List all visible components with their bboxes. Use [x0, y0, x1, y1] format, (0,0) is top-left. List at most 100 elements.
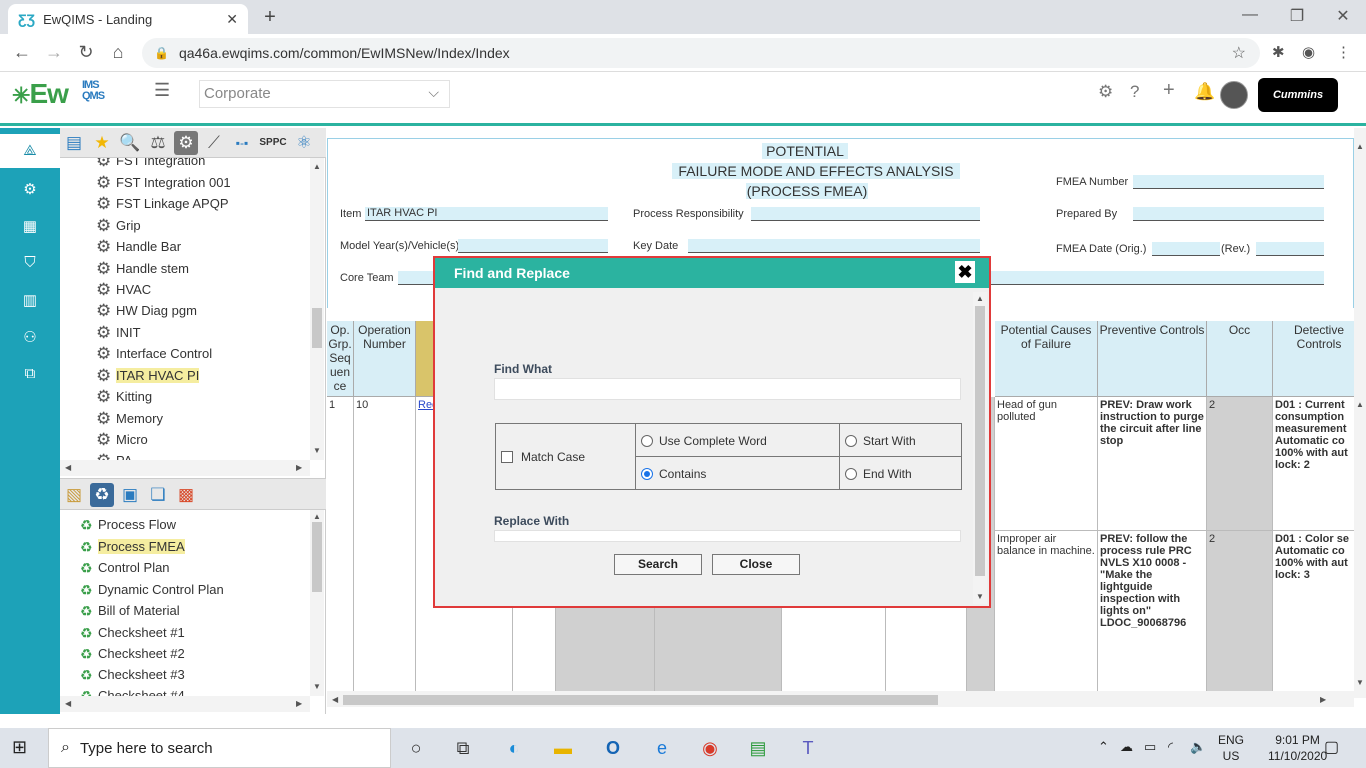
add-icon[interactable]: +: [1163, 79, 1175, 102]
tree-item[interactable]: ⚙ Grip: [96, 215, 141, 236]
minimize-icon[interactable]: —: [1235, 6, 1265, 24]
scroll-right-icon[interactable]: ▶: [1320, 695, 1326, 704]
tray-chevron-icon[interactable]: ⌃: [1098, 739, 1109, 755]
start-with-option[interactable]: Start With: [845, 434, 916, 448]
profile-icon[interactable]: ◉: [1302, 43, 1315, 61]
scroll-up-icon[interactable]: ▲: [313, 162, 321, 171]
scroll-left-icon[interactable]: ◀: [332, 695, 338, 704]
doc-item-selected[interactable]: ♻ Process FMEA: [80, 536, 185, 557]
notifications-icon[interactable]: ▢: [1324, 737, 1339, 757]
wifi-icon[interactable]: ◜: [1168, 739, 1173, 755]
tree-item-selected[interactable]: ⚙ ITAR HVAC PI: [96, 365, 200, 386]
fmea-date-orig-field[interactable]: [1152, 242, 1220, 256]
cell-detective[interactable]: D01 : Color se Automatic co 100% with au…: [1273, 531, 1366, 691]
forward-icon[interactable]: →: [42, 42, 66, 63]
map-tool-icon[interactable]: ▧: [62, 483, 86, 507]
user-avatar[interactable]: [1220, 81, 1248, 109]
tree-item[interactable]: ⚙ INIT: [96, 322, 141, 343]
tree-item[interactable]: ⚙ FST Integration 001: [96, 172, 231, 193]
report-nav-icon[interactable]: ⧉: [0, 365, 60, 382]
tree-item[interactable]: ⚙ Micro: [96, 429, 148, 450]
cell-detective[interactable]: D01 : Current consumption measurement Au…: [1273, 397, 1366, 531]
building-nav-icon[interactable]: ▦: [0, 217, 60, 235]
scroll-thumb[interactable]: [343, 695, 938, 705]
scroll-up-icon[interactable]: ▲: [976, 294, 984, 303]
scroll-right-icon[interactable]: ▶: [296, 699, 302, 708]
find-what-input[interactable]: [494, 378, 961, 400]
doc-item[interactable]: ♻ Checksheet #2: [80, 643, 185, 664]
contains-radio[interactable]: [641, 468, 653, 480]
battery-icon[interactable]: ▭: [1144, 739, 1156, 755]
chart-tool-icon[interactable]: ⟋: [202, 131, 226, 155]
scroll-down-icon[interactable]: ▼: [313, 446, 321, 455]
tree-horizontal-scrollbar[interactable]: ◀ ▶: [60, 460, 310, 476]
tree-item[interactable]: ⚙ HW Diag pgm: [96, 300, 197, 321]
scroll-up-icon[interactable]: ▲: [313, 512, 321, 521]
tree-item[interactable]: ⚙ Handle Bar: [96, 236, 181, 257]
cell-preventive[interactable]: PREV: follow the process rule PRC NVLS X…: [1098, 531, 1207, 691]
file-explorer-icon[interactable]: ▬: [547, 734, 579, 762]
scroll-right-icon[interactable]: ▶: [296, 463, 302, 472]
cell-op[interactable]: 10: [354, 397, 416, 691]
tree-item[interactable]: ⚙ PA: [96, 450, 132, 460]
end-with-radio[interactable]: [845, 468, 857, 480]
refresh-doc-icon[interactable]: ♻: [90, 483, 114, 507]
home-icon[interactable]: ⌂: [106, 42, 130, 63]
teams-icon[interactable]: T: [792, 734, 824, 762]
scroll-thumb[interactable]: [312, 522, 322, 592]
flow-tool-icon[interactable]: ▪-▪: [230, 131, 254, 155]
doc-item[interactable]: ♻ Bill of Material: [80, 600, 180, 621]
match-case-option[interactable]: Match Case: [501, 450, 585, 464]
tree-item[interactable]: ⚙ FST Linkage APQP: [96, 193, 229, 214]
cell-cause[interactable]: Improper air balance in machine.: [995, 531, 1098, 691]
url-bar[interactable]: 🔒 qa46a.ewqims.com/common/EwIMSNew/Index…: [142, 38, 1260, 68]
extensions-icon[interactable]: ✱: [1272, 43, 1285, 61]
network-tool-icon[interactable]: ⚛: [292, 131, 316, 155]
process-responsibility-field[interactable]: [751, 207, 980, 221]
scroll-down-icon[interactable]: ▼: [1356, 678, 1364, 687]
doc-vertical-scrollbar[interactable]: ▲ ▼: [310, 510, 324, 696]
doc-item[interactable]: ♻ Checksheet #3: [80, 664, 185, 685]
dialog-scrollbar[interactable]: ▲ ▼: [973, 292, 987, 604]
checklist-icon[interactable]: ▤: [62, 131, 86, 155]
fmea-number-field[interactable]: [1133, 175, 1324, 189]
scroll-left-icon[interactable]: ◀: [65, 699, 71, 708]
dialog-close-icon[interactable]: ✖: [955, 261, 975, 283]
tab-close-icon[interactable]: ✕: [226, 11, 238, 28]
hamburger-menu-icon[interactable]: ☰: [154, 80, 170, 101]
restore-icon[interactable]: ❐: [1282, 6, 1312, 26]
doc-horizontal-scrollbar[interactable]: ◀ ▶: [60, 696, 310, 712]
people-nav-icon[interactable]: ⚇: [0, 328, 60, 346]
end-with-option[interactable]: End With: [845, 467, 912, 481]
windows-start-icon[interactable]: ⊞: [12, 737, 27, 758]
main-horizontal-scrollbar[interactable]: ◀ ▶: [327, 691, 1354, 707]
tree-item[interactable]: ⚙ Interface Control: [96, 343, 212, 364]
doc-item[interactable]: ♻ Process Flow: [80, 514, 176, 535]
main-vertical-scrollbar[interactable]: ▲ ▲ ▼: [1354, 128, 1366, 698]
cell-occ[interactable]: 2: [1207, 397, 1273, 531]
start-with-radio[interactable]: [845, 435, 857, 447]
cortana-icon[interactable]: ○: [400, 734, 432, 762]
doc-item[interactable]: ♻ Checksheet #1: [80, 622, 185, 643]
tree-item[interactable]: ⚙ Handle stem: [96, 258, 189, 279]
doc-item[interactable]: ♻ Dynamic Control Plan: [80, 579, 224, 600]
scroll-down-icon[interactable]: ▼: [976, 592, 984, 601]
help-icon[interactable]: ?: [1130, 82, 1139, 102]
settings-gear-icon[interactable]: ⚙: [1098, 82, 1113, 102]
system-clock[interactable]: 9:01 PM 11/10/2020: [1268, 732, 1327, 764]
close-button[interactable]: Close: [712, 554, 800, 575]
chrome-icon[interactable]: ◉: [694, 734, 726, 762]
internet-explorer-icon[interactable]: e: [646, 734, 678, 762]
search-tool-icon[interactable]: 🔍: [118, 131, 142, 155]
model-year-field[interactable]: [458, 239, 608, 253]
replace-with-input[interactable]: [494, 530, 961, 542]
gauge-tool-icon[interactable]: ⚖: [146, 131, 170, 155]
key-date-field[interactable]: [688, 239, 980, 253]
scroll-thumb[interactable]: [975, 306, 985, 576]
new-tab-button[interactable]: +: [260, 6, 280, 29]
cell-preventive[interactable]: PREV: Draw work instruction to purge the…: [1098, 397, 1207, 531]
bookmark-star-icon[interactable]: ☆: [1232, 43, 1246, 63]
favorite-star-icon[interactable]: ★: [90, 131, 114, 155]
tree-item[interactable]: ⚙ FST Integration: [96, 158, 205, 171]
language-indicator[interactable]: ENG US: [1218, 732, 1244, 764]
